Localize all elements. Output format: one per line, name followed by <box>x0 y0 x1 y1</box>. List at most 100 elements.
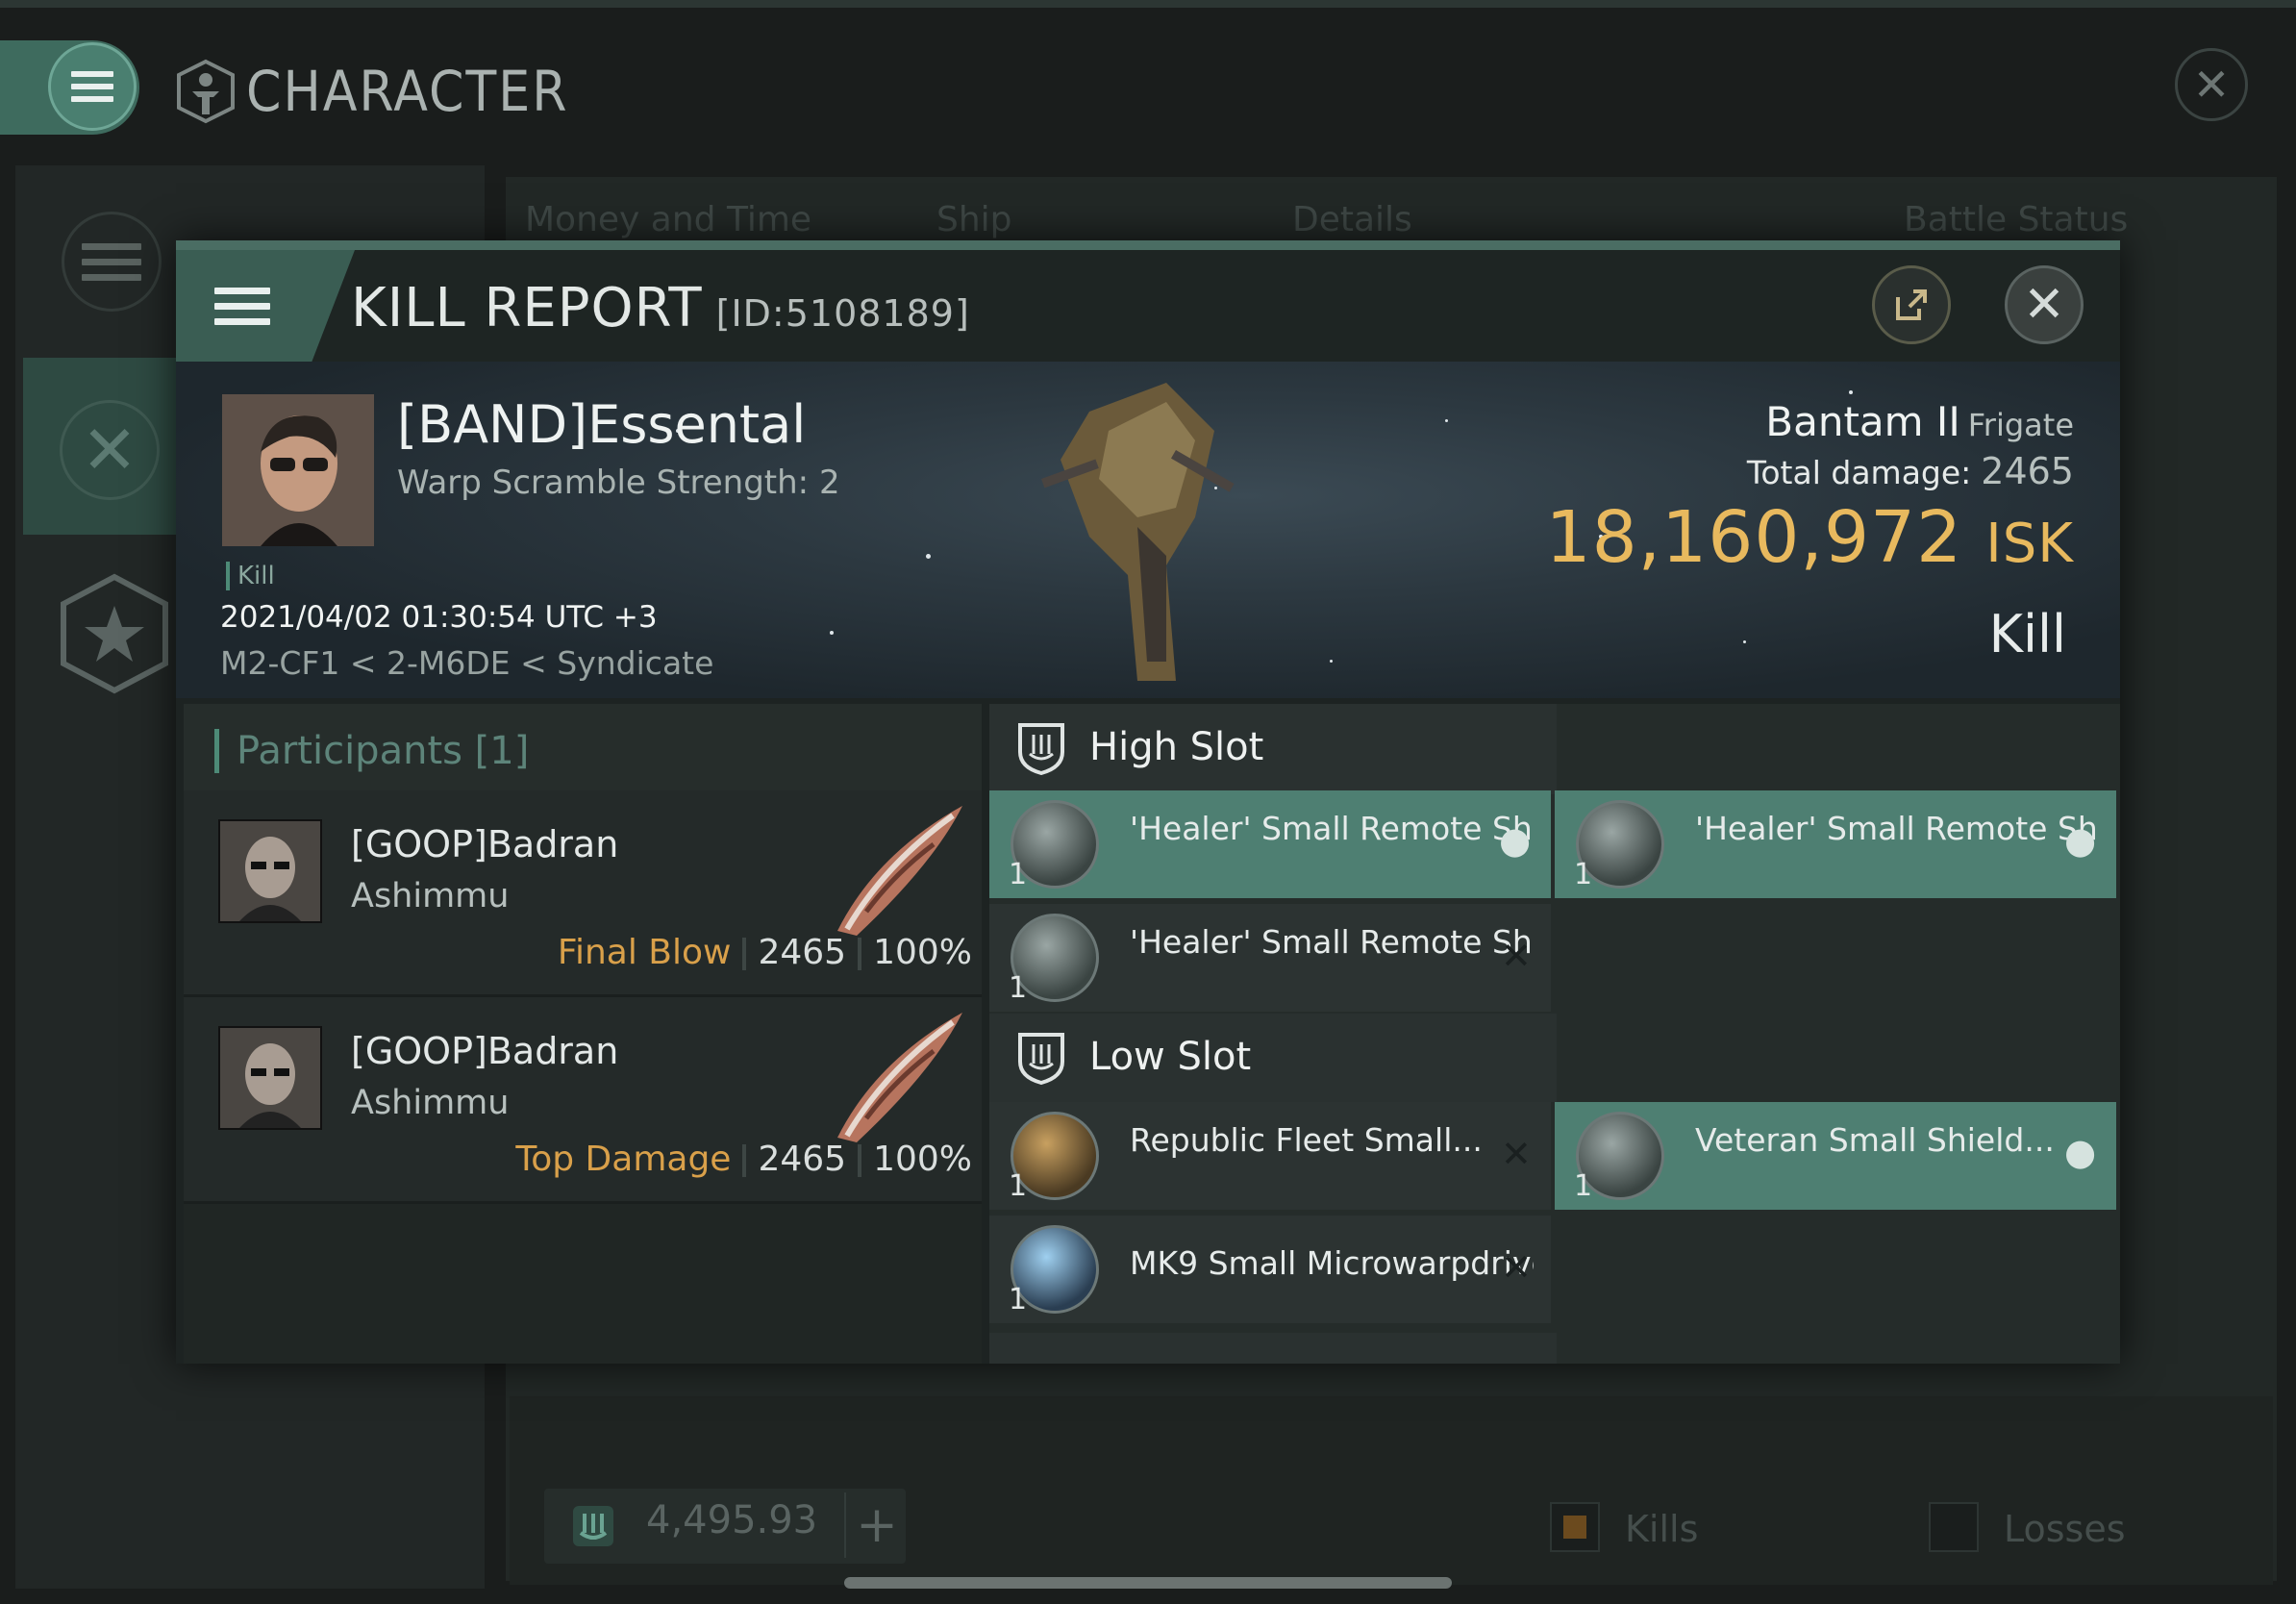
high-slot-header: High Slot <box>989 704 1557 794</box>
total-damage-label: Total damage: <box>1746 454 1972 491</box>
destroyed-x-icon: ✕ <box>1501 935 1532 977</box>
high-slot-icon <box>1018 723 1064 775</box>
app-close-button[interactable]: ✕ <box>2175 48 2248 121</box>
victim-ship: Bantam II Frigate <box>1765 398 2074 445</box>
total-damage-value: 2465 <box>1981 450 2074 492</box>
warp-scramble-strength: Warp Scramble Strength: 2 <box>397 464 840 502</box>
wallet-value: 4,495.93 <box>646 1498 818 1542</box>
app-menu-button[interactable] <box>48 42 137 131</box>
bg-tab-ship[interactable]: Ship <box>936 200 1012 239</box>
item-name: 'Healer' Small Remote Shiel... <box>1695 810 2099 847</box>
kill-id: [ID:5108189] <box>715 292 970 335</box>
low-slot-title: Low Slot <box>1089 1035 1252 1079</box>
participant-avatar[interactable] <box>218 1026 322 1130</box>
kills-legend-swatch <box>1550 1502 1600 1552</box>
dropped-person-icon: ● <box>2064 1131 2097 1173</box>
item-quantity: 1 <box>1009 1283 1028 1316</box>
dialog-title-text: KILL REPORT <box>351 277 703 339</box>
scrollbar[interactable] <box>844 1577 1452 1589</box>
participant-percent: 100% <box>873 1140 972 1179</box>
item-quantity: 1 <box>1009 858 1028 891</box>
isk-unit: ISK <box>1985 513 2074 575</box>
slot-item[interactable]: 1 MK9 Small Microwarpdrive ✕ <box>989 1216 1551 1323</box>
kill-location: M2-CF1 < 2-M6DE < Syndicate <box>220 644 714 682</box>
victim-name[interactable]: [BAND]Essental <box>397 394 806 455</box>
participant-row[interactable]: [GOOP]Badran Ashimmu Top Damage 2465 100% <box>184 997 982 1204</box>
slot-item[interactable]: 1 'Healer' Small Remote Shiel... ● <box>989 790 1551 898</box>
kill-report-dialog: KILL REPORT [ID:5108189] ✕ [BAND]Essental… <box>176 240 2120 1364</box>
item-name: 'Healer' Small Remote Shiel... <box>1130 810 1534 847</box>
participant-damage: 2465 <box>758 1140 847 1179</box>
item-quantity: 1 <box>1574 1169 1593 1203</box>
participant-row[interactable]: [GOOP]Badran Ashimmu Final Blow 2465 100% <box>184 790 982 997</box>
participant-stats: Final Blow 2465 100% <box>558 933 972 972</box>
participants-title: Participants [1] <box>214 729 529 773</box>
mid-slot-header-partial <box>989 1333 1557 1364</box>
add-funds-button[interactable]: + <box>844 1492 908 1558</box>
item-name: MK9 Small Microwarpdrive <box>1130 1244 1534 1282</box>
bg-tab-money[interactable]: Money and Time <box>525 200 811 239</box>
dropped-person-icon: ● <box>2064 819 2097 862</box>
item-name: Veteran Small Shield... <box>1695 1121 2055 1159</box>
isk-value: 18,160,972 ISK <box>1546 496 2075 579</box>
losses-legend-swatch <box>1929 1502 1979 1552</box>
slot-item[interactable]: 1 'Healer' Small Remote Shiel... ● <box>1555 790 2116 898</box>
external-link-icon <box>1896 289 1927 320</box>
item-name: 'Healer' Small Remote Shiel... <box>1130 923 1534 961</box>
bg-tab-details[interactable]: Details <box>1292 200 1412 239</box>
list-icon[interactable] <box>62 212 162 312</box>
slot-item[interactable]: 1 'Healer' Small Remote Shiel... ✕ <box>989 904 1551 1012</box>
victim-ship-class: Frigate <box>1967 407 2074 443</box>
slot-item[interactable]: 1 Veteran Small Shield... ● <box>1555 1102 2116 1210</box>
character-icon <box>177 59 235 124</box>
participant-percent: 100% <box>873 933 972 972</box>
isk-icon <box>571 1504 615 1552</box>
kill-result: Kill <box>1988 604 2066 664</box>
dialog-menu-icon[interactable] <box>214 279 270 334</box>
participant-avatar[interactable] <box>218 819 322 923</box>
top-bar <box>0 0 2296 8</box>
dialog-close-button[interactable]: ✕ <box>2005 265 2084 344</box>
item-quantity: 1 <box>1009 971 1028 1005</box>
participant-ship: Ashimmu <box>351 1084 510 1122</box>
losses-legend-label: Losses <box>2004 1508 2126 1550</box>
kill-tag: Kill <box>226 562 275 590</box>
slot-item[interactable]: 1 Republic Fleet Small... ✕ <box>989 1102 1551 1210</box>
participant-ship-icon <box>828 796 972 940</box>
participant-label: Top Damage <box>515 1140 732 1179</box>
participant-damage: 2465 <box>758 933 847 972</box>
item-quantity: 1 <box>1574 858 1593 891</box>
high-slot-title: High Slot <box>1089 725 1264 769</box>
item-quantity: 1 <box>1009 1169 1028 1203</box>
victim-portrait[interactable] <box>222 394 374 546</box>
share-button[interactable] <box>1872 265 1951 344</box>
participant-name[interactable]: [GOOP]Badran <box>351 1030 618 1072</box>
dialog-top-line <box>176 240 2120 250</box>
star-badge-icon[interactable] <box>58 573 171 698</box>
isk-amount: 18,160,972 <box>1545 496 1963 579</box>
crossed-swords-icon: ✕ <box>60 400 160 500</box>
kills-legend-label: Kills <box>1625 1508 1699 1550</box>
app-title-bar: CHARACTER <box>175 56 568 127</box>
app-title: CHARACTER <box>246 59 569 124</box>
victim-ship-name[interactable]: Bantam II <box>1765 398 1959 445</box>
low-slot-icon <box>1018 1033 1064 1085</box>
close-icon: ✕ <box>2023 276 2065 334</box>
dropped-person-icon: ● <box>1499 819 1532 862</box>
victim-ship-image[interactable] <box>1022 373 1272 690</box>
participant-ship: Ashimmu <box>351 877 510 915</box>
destroyed-x-icon: ✕ <box>1501 1133 1532 1175</box>
destroyed-x-icon: ✕ <box>1501 1246 1532 1289</box>
kill-datetime: 2021/04/02 01:30:54 UTC +3 <box>220 600 658 635</box>
participant-ship-icon <box>828 1003 972 1147</box>
participant-stats: Top Damage 2465 100% <box>515 1140 972 1179</box>
menu-icon <box>71 64 113 109</box>
participant-label: Final Blow <box>557 933 732 972</box>
bg-tab-battle-status[interactable]: Battle Status <box>1904 200 2128 239</box>
dialog-title: KILL REPORT [ID:5108189] <box>351 277 970 339</box>
low-slot-header: Low Slot <box>989 1014 1557 1102</box>
participant-name[interactable]: [GOOP]Badran <box>351 823 618 865</box>
item-name: Republic Fleet Small... <box>1130 1121 1483 1159</box>
total-damage: Total damage: 2465 <box>1747 450 2074 492</box>
victim-banner: [BAND]Essental Warp Scramble Strength: 2… <box>176 362 2120 698</box>
